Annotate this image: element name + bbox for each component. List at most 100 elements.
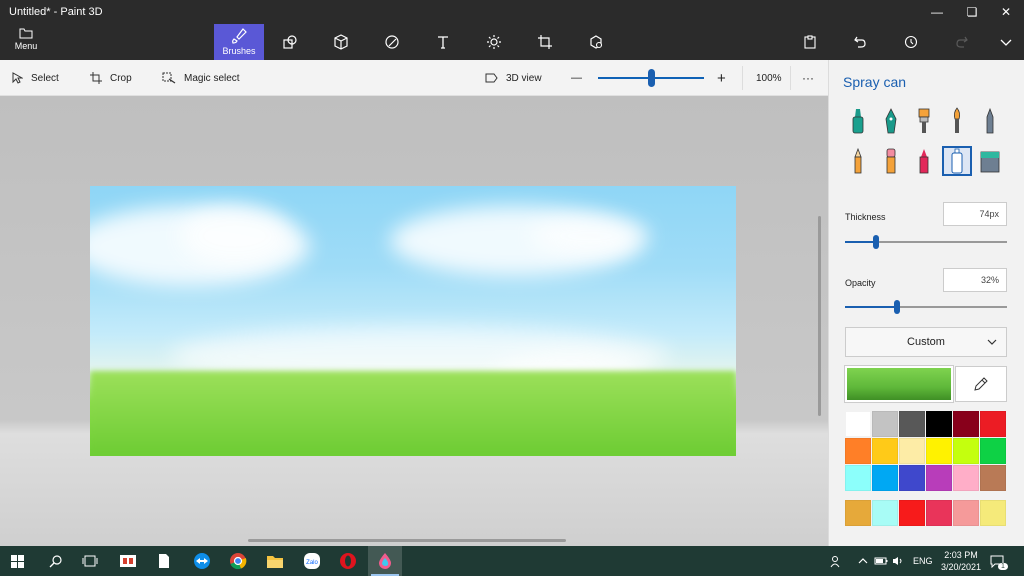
eyedropper-button[interactable] (955, 366, 1007, 402)
thickness-slider-knob[interactable] (872, 235, 879, 249)
eyedropper-icon (974, 377, 988, 391)
tab-effects[interactable] (469, 24, 519, 60)
color-swatch[interactable] (953, 465, 979, 491)
color-swatch[interactable] (926, 438, 952, 464)
taskbar-opera[interactable] (331, 546, 365, 576)
pencil-icon (854, 147, 862, 174)
current-color-swatch[interactable] (844, 365, 954, 403)
zoom-slider-knob[interactable] (648, 69, 655, 87)
tab-canvas[interactable] (520, 24, 570, 60)
thickness-slider[interactable] (845, 235, 1007, 249)
taskbar-zalo[interactable]: Zalo (295, 546, 329, 576)
people-button[interactable] (830, 546, 843, 576)
battery-button[interactable] (874, 546, 888, 576)
start-button[interactable] (0, 546, 34, 576)
menu-button[interactable]: Menu (8, 26, 44, 58)
tab-text[interactable] (418, 24, 468, 60)
fill-bucket-icon (980, 151, 1000, 173)
undo-button[interactable] (840, 24, 880, 60)
watercolor-brush[interactable] (942, 106, 972, 136)
taskbar-file-explorer[interactable] (258, 546, 292, 576)
drawing-canvas[interactable] (90, 186, 736, 456)
crayon-brush[interactable] (909, 146, 939, 176)
search-button[interactable] (38, 546, 72, 576)
zoom-level[interactable]: 100% (756, 60, 782, 96)
color-swatch[interactable] (953, 411, 979, 437)
color-swatch[interactable] (980, 411, 1006, 437)
tab-3d-shapes[interactable] (316, 24, 366, 60)
taskbar-paint3d[interactable] (368, 546, 402, 576)
color-swatch[interactable] (926, 465, 952, 491)
custom-color-swatch[interactable] (926, 500, 952, 526)
color-swatch[interactable] (899, 465, 925, 491)
marker-brush[interactable] (843, 106, 873, 136)
color-swatch[interactable] (899, 438, 925, 464)
close-button[interactable]: ✕ (989, 0, 1023, 24)
color-swatch[interactable] (926, 411, 952, 437)
restore-button[interactable]: ❏ (955, 0, 989, 24)
clock[interactable]: 2:03 PM 3/20/2021 (938, 549, 984, 573)
color-swatch[interactable] (845, 465, 871, 491)
expand-button[interactable] (986, 24, 1024, 60)
history-button[interactable] (891, 24, 931, 60)
magic-select-button[interactable]: Magic select (162, 60, 240, 96)
oil-brush[interactable] (909, 106, 939, 136)
minimize-button[interactable]: — (920, 0, 954, 24)
zoom-out-label: — (571, 72, 582, 84)
tab-3d-library[interactable] (571, 24, 621, 60)
taskbar-app[interactable] (111, 546, 145, 576)
redo-button[interactable] (942, 24, 982, 60)
clock-time: 2:03 PM (944, 550, 978, 560)
pixel-pen-brush[interactable] (975, 106, 1005, 136)
tab-stickers[interactable] (367, 24, 417, 60)
color-mode-dropdown[interactable]: Custom (845, 327, 1007, 357)
color-swatch[interactable] (845, 411, 871, 437)
pencil-brush[interactable] (843, 146, 873, 176)
color-swatch[interactable] (980, 465, 1006, 491)
3d-view-icon (485, 73, 498, 83)
custom-color-swatch[interactable] (980, 500, 1006, 526)
eraser-brush[interactable] (876, 146, 906, 176)
color-swatch[interactable] (872, 411, 898, 437)
color-swatch[interactable] (899, 411, 925, 437)
horizontal-scrollbar[interactable] (248, 539, 566, 542)
volume-button[interactable] (892, 546, 904, 576)
file-icon (159, 554, 169, 568)
calligraphy-pen-brush[interactable] (876, 106, 906, 136)
opacity-input[interactable]: 32% (943, 268, 1007, 292)
tray-overflow-button[interactable] (858, 546, 868, 576)
vertical-scrollbar[interactable] (818, 216, 821, 416)
custom-color-swatch[interactable] (953, 500, 979, 526)
thickness-input[interactable]: 74px (943, 202, 1007, 226)
tab-2d-shapes[interactable] (265, 24, 315, 60)
select-button[interactable]: Select (12, 60, 59, 96)
3d-view-button[interactable]: 3D view (485, 60, 542, 96)
crop-button[interactable]: Crop (90, 60, 132, 96)
taskbar-file[interactable] (147, 546, 181, 576)
custom-color-swatch[interactable] (899, 500, 925, 526)
more-button[interactable]: ··· (802, 60, 814, 96)
oil-brush-icon (918, 108, 930, 133)
color-swatch[interactable] (845, 438, 871, 464)
color-swatch[interactable] (953, 438, 979, 464)
opacity-slider-knob[interactable] (893, 300, 900, 314)
color-swatch[interactable] (872, 438, 898, 464)
fill-brush[interactable] (975, 146, 1005, 176)
zoom-in-button[interactable]: + (717, 60, 726, 96)
custom-color-swatch[interactable] (845, 500, 871, 526)
brush-icon (232, 28, 247, 44)
opacity-slider[interactable] (845, 300, 1007, 314)
zoom-out-button[interactable]: — (571, 60, 582, 96)
taskbar-chrome[interactable] (221, 546, 255, 576)
custom-color-swatch[interactable] (872, 500, 898, 526)
taskbar-teamviewer[interactable] (185, 546, 219, 576)
language-indicator[interactable]: ENG (913, 546, 933, 576)
task-view-button[interactable] (73, 546, 107, 576)
color-swatch[interactable] (980, 438, 1006, 464)
notification-button[interactable]: 1 (990, 546, 1014, 576)
paste-button[interactable] (790, 24, 830, 60)
tab-brushes[interactable]: Brushes (214, 24, 264, 60)
chevron-down-icon (987, 339, 997, 345)
spray-can-brush[interactable] (942, 146, 972, 176)
color-swatch[interactable] (872, 465, 898, 491)
